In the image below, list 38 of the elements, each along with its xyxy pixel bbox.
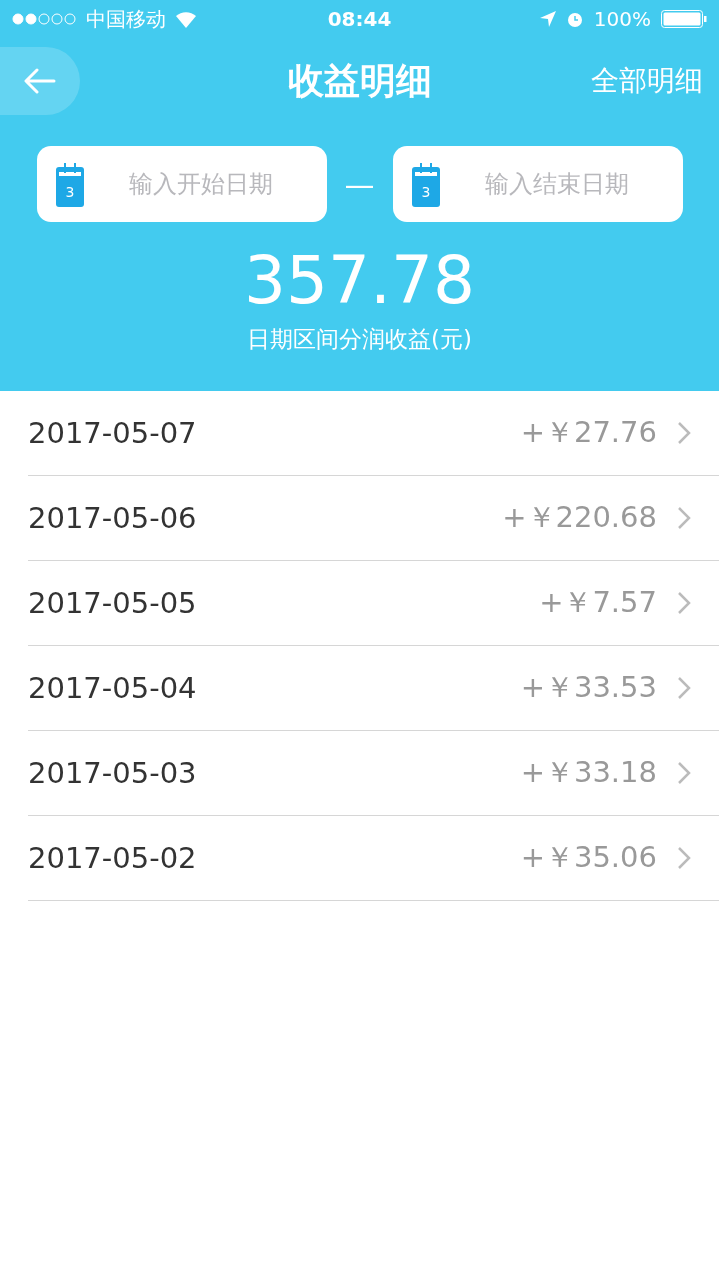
total-label: 日期区间分润收益(元) [246, 325, 473, 354]
range-separator: — [344, 166, 375, 202]
row-amount: +￥33.18 [520, 754, 657, 791]
earning-row[interactable]: 2017-05-06 +￥220.68 [28, 476, 719, 561]
row-amount: +￥220.68 [502, 499, 657, 536]
row-date: 2017-05-07 [28, 416, 198, 450]
chevron-icon [677, 421, 691, 445]
earning-row[interactable]: 2017-05-02 +￥35.06 [28, 816, 719, 901]
clock: 08:44 [327, 7, 392, 31]
wifi-icon [174, 10, 198, 28]
chevron-icon [677, 846, 691, 870]
row-amount: +￥35.06 [520, 839, 657, 876]
earning-row[interactable]: 2017-05-03 +￥33.18 [28, 731, 719, 816]
location-icon [539, 11, 556, 27]
earning-row[interactable]: 2017-05-04 +￥33.53 [28, 646, 719, 731]
row-amount: +￥7.57 [539, 584, 657, 621]
alarm-icon [565, 10, 584, 28]
signal-icon [12, 13, 78, 25]
chevron-icon [677, 761, 691, 785]
chevron-icon [677, 506, 691, 530]
back-arrow-icon [24, 68, 56, 94]
earning-row[interactable]: 2017-05-05 +￥7.57 [28, 561, 719, 646]
row-amount: +￥27.76 [520, 414, 657, 451]
battery-icon [661, 10, 707, 28]
chevron-icon [677, 591, 691, 615]
row-date: 2017-05-03 [28, 756, 198, 790]
page-title: 收益明细 [287, 58, 432, 103]
row-date: 2017-05-05 [28, 586, 198, 620]
row-date: 2017-05-02 [28, 841, 198, 875]
battery-percent: 100% [593, 7, 651, 31]
total-amount: 357.78 [243, 248, 476, 314]
row-date: 2017-05-06 [28, 501, 198, 535]
chevron-icon [677, 676, 691, 700]
row-amount: +￥33.53 [520, 669, 657, 706]
back-button[interactable] [0, 47, 80, 115]
carrier: 中国移动 [86, 5, 166, 33]
earning-row[interactable]: 2017-05-07 +￥27.76 [28, 391, 719, 476]
row-date: 2017-05-04 [28, 671, 198, 705]
